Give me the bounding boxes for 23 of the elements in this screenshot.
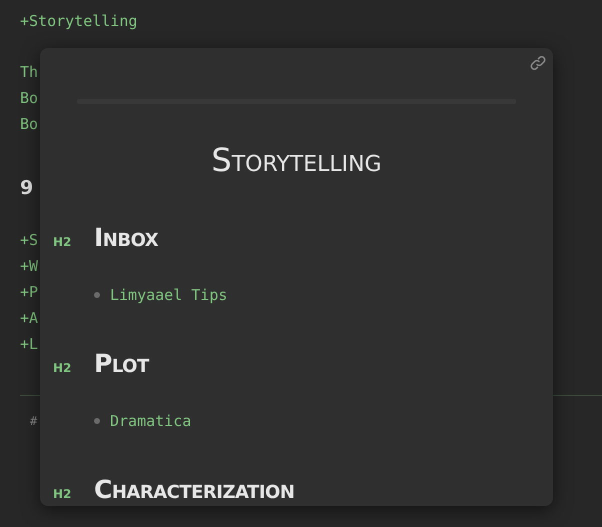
bullet-icon xyxy=(94,418,100,424)
note-link[interactable]: +W xyxy=(20,253,38,279)
heading-level-label: H2 xyxy=(53,235,72,249)
tag[interactable]: # xyxy=(30,414,38,428)
heading-level-label: H2 xyxy=(53,361,72,375)
section-heading: Inbox xyxy=(94,222,158,254)
note-link[interactable]: +S xyxy=(20,227,38,253)
note-link[interactable]: +L xyxy=(20,331,38,357)
heading: 9 xyxy=(20,176,34,201)
note-text: Bo xyxy=(20,88,38,109)
note-text: Th xyxy=(20,62,38,83)
note-link[interactable]: +P xyxy=(20,279,38,305)
note-link[interactable]: Limyaael Tips xyxy=(110,284,228,306)
bullet-icon xyxy=(94,292,100,298)
note-title: Storytelling xyxy=(210,140,383,180)
section-heading: Characterization xyxy=(94,474,294,506)
note-text: Bo xyxy=(20,114,38,135)
note-link[interactable]: +Storytelling xyxy=(20,8,138,34)
section-heading: Plot xyxy=(94,348,149,380)
note-link[interactable]: Dramatica xyxy=(110,410,192,432)
link-icon[interactable] xyxy=(529,54,547,72)
note-link[interactable]: +A xyxy=(20,305,38,331)
heading-level-label: H2 xyxy=(53,487,72,501)
